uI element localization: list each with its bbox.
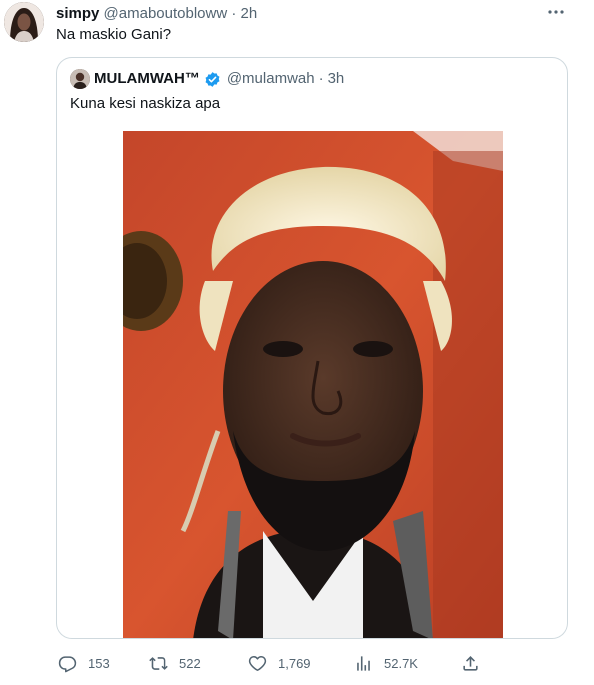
quoted-author-avatar[interactable] [70, 69, 90, 89]
retweet-button[interactable]: 522 [149, 651, 201, 675]
views-icon [354, 654, 373, 673]
tweet-text: Na maskio Gani? [56, 26, 172, 43]
like-count: 1,769 [278, 655, 311, 671]
author-handle[interactable]: @amaboutobloww [104, 5, 228, 22]
views-count: 52.7K [384, 655, 418, 671]
author-name[interactable]: simpy [56, 5, 99, 22]
separator-dot: · [231, 5, 237, 22]
tweet-actions: 153 522 1,769 52.7K [56, 651, 486, 675]
quoted-tweet[interactable]: MULAMWAH™ @mulamwah · 3h Kuna kesi naski… [56, 57, 568, 639]
author-avatar[interactable] [4, 2, 44, 42]
share-icon [461, 654, 480, 673]
reply-button[interactable]: 153 [58, 651, 110, 675]
views-button[interactable]: 52.7K [354, 651, 418, 675]
reply-count: 153 [88, 655, 110, 671]
reply-icon [58, 654, 77, 673]
quoted-media-photo[interactable] [123, 131, 503, 638]
quoted-header: MULAMWAH™ @mulamwah · 3h [94, 69, 344, 89]
like-button[interactable]: 1,769 [248, 651, 311, 675]
quoted-time[interactable]: 3h [328, 69, 345, 89]
tweet[interactable]: simpy @amaboutobloww · 2h Na maskio Gani… [0, 0, 594, 685]
quoted-author-name[interactable]: MULAMWAH™ [94, 69, 200, 89]
quoted-text: Kuna kesi naskiza apa [70, 95, 221, 112]
more-icon[interactable] [546, 2, 566, 22]
verified-icon [204, 71, 221, 88]
tweet-time[interactable]: 2h [241, 5, 258, 22]
tweet-header: simpy @amaboutobloww · 2h [56, 4, 257, 24]
retweet-count: 522 [179, 655, 201, 671]
quoted-separator-dot: · [318, 70, 324, 87]
retweet-icon [149, 654, 168, 673]
quoted-author-handle[interactable]: @mulamwah [227, 69, 315, 89]
like-icon [248, 654, 267, 673]
share-button[interactable] [461, 651, 480, 675]
